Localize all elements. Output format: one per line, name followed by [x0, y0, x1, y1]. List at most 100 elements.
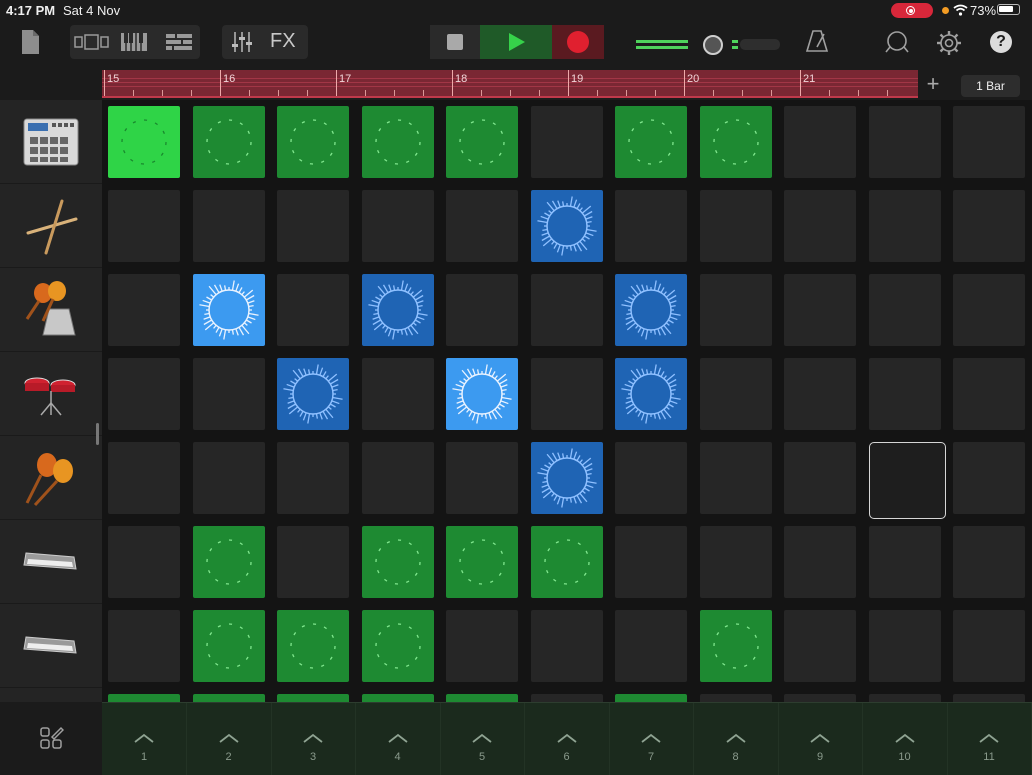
loop-cell[interactable] — [615, 358, 687, 430]
loop-cell[interactable] — [361, 694, 434, 702]
loop-cell[interactable] — [361, 526, 434, 598]
column-trigger-3[interactable]: 3 — [271, 703, 356, 775]
tracks-icon[interactable] — [166, 33, 192, 51]
loop-cell[interactable] — [192, 610, 265, 682]
empty-cell[interactable] — [953, 106, 1025, 178]
empty-cell[interactable] — [277, 190, 349, 262]
empty-cell[interactable] — [277, 274, 349, 346]
loop-cell[interactable] — [446, 358, 518, 430]
empty-cell[interactable] — [699, 190, 772, 262]
empty-cell[interactable] — [784, 190, 856, 262]
column-trigger-6[interactable]: 6 — [525, 703, 610, 775]
loop-cell[interactable] — [277, 106, 349, 178]
empty-cell[interactable] — [953, 694, 1025, 702]
empty-cell[interactable] — [699, 442, 772, 514]
empty-cell[interactable] — [784, 358, 856, 430]
volume-knob[interactable] — [703, 35, 723, 55]
empty-cell[interactable] — [108, 442, 180, 514]
column-trigger-10[interactable]: 10 — [863, 703, 948, 775]
help-button[interactable]: ? — [990, 31, 1012, 53]
loop-cell[interactable] — [615, 694, 687, 702]
selected-empty-cell[interactable] — [868, 442, 946, 519]
loop-cell[interactable] — [192, 526, 265, 598]
empty-cell[interactable] — [868, 274, 941, 346]
track-header-beat-machine[interactable] — [0, 100, 102, 184]
track-header-keyboard-synth[interactable] — [0, 604, 102, 688]
loop-cell[interactable] — [699, 106, 772, 178]
empty-cell[interactable] — [953, 190, 1025, 262]
empty-cell[interactable] — [953, 358, 1025, 430]
loop-cell[interactable] — [446, 106, 518, 178]
empty-cell[interactable] — [108, 526, 180, 598]
edit-cells-button[interactable] — [0, 702, 102, 774]
empty-cell[interactable] — [699, 694, 772, 702]
empty-cell[interactable] — [108, 358, 180, 430]
empty-cell[interactable] — [784, 526, 856, 598]
empty-cell[interactable] — [615, 190, 687, 262]
fx-button[interactable]: FX — [270, 30, 296, 53]
empty-cell[interactable] — [699, 274, 772, 346]
empty-cell[interactable] — [192, 358, 265, 430]
column-trigger-9[interactable]: 9 — [778, 703, 863, 775]
loop-cell[interactable] — [108, 694, 180, 702]
loop-cell[interactable] — [192, 106, 265, 178]
loop-cell[interactable] — [277, 694, 349, 702]
empty-cell[interactable] — [615, 442, 687, 514]
loop-cell[interactable] — [699, 610, 772, 682]
empty-cell[interactable] — [868, 358, 941, 430]
empty-cell[interactable] — [108, 274, 180, 346]
empty-cell[interactable] — [868, 610, 941, 682]
empty-cell[interactable] — [953, 526, 1025, 598]
empty-cell[interactable] — [108, 610, 180, 682]
loop-cell[interactable] — [530, 190, 603, 262]
loop-cell[interactable] — [615, 106, 687, 178]
loop-cell[interactable] — [446, 694, 518, 702]
loop-cell[interactable] — [361, 610, 434, 682]
empty-cell[interactable] — [530, 274, 603, 346]
track-header-maracas-cowbell[interactable] — [0, 268, 102, 352]
empty-cell[interactable] — [446, 442, 518, 514]
empty-cell[interactable] — [868, 190, 941, 262]
empty-cell[interactable] — [784, 442, 856, 514]
play-button[interactable] — [480, 25, 552, 59]
empty-cell[interactable] — [446, 610, 518, 682]
bar-length-button[interactable]: 1 Bar — [961, 75, 1020, 97]
empty-cell[interactable] — [530, 610, 603, 682]
add-bar-button[interactable]: + — [922, 73, 944, 95]
column-trigger-2[interactable]: 2 — [187, 703, 272, 775]
empty-cell[interactable] — [530, 694, 603, 702]
keyboard-icon[interactable] — [120, 32, 148, 52]
column-trigger-11[interactable]: 11 — [947, 703, 1032, 775]
loop-cell[interactable] — [615, 274, 687, 346]
empty-cell[interactable] — [699, 526, 772, 598]
empty-cell[interactable] — [361, 442, 434, 514]
loop-cell[interactable] — [277, 610, 349, 682]
empty-cell[interactable] — [784, 106, 856, 178]
column-trigger-8[interactable]: 8 — [694, 703, 779, 775]
empty-cell[interactable] — [784, 610, 856, 682]
column-trigger-5[interactable]: 5 — [440, 703, 525, 775]
screen-record-indicator[interactable] — [891, 3, 933, 18]
column-trigger-7[interactable]: 7 — [609, 703, 694, 775]
empty-cell[interactable] — [868, 526, 941, 598]
loop-icon[interactable] — [884, 30, 910, 54]
empty-cell[interactable] — [446, 274, 518, 346]
empty-cell[interactable] — [277, 442, 349, 514]
empty-cell[interactable] — [953, 274, 1025, 346]
volume-slider[interactable] — [636, 35, 781, 55]
empty-cell[interactable] — [868, 106, 941, 178]
column-trigger-4[interactable]: 4 — [356, 703, 441, 775]
stop-button[interactable] — [430, 25, 480, 59]
empty-cell[interactable] — [530, 358, 603, 430]
empty-cell[interactable] — [784, 274, 856, 346]
empty-cell[interactable] — [108, 190, 180, 262]
empty-cell[interactable] — [446, 190, 518, 262]
empty-cell[interactable] — [192, 442, 265, 514]
empty-cell[interactable] — [361, 190, 434, 262]
track-header-maracas[interactable] — [0, 436, 102, 520]
track-header-drumsticks[interactable] — [0, 184, 102, 268]
empty-cell[interactable] — [784, 694, 856, 702]
metronome-icon[interactable] — [806, 29, 828, 53]
document-icon[interactable] — [20, 29, 40, 55]
mixer-icon[interactable] — [231, 32, 253, 52]
